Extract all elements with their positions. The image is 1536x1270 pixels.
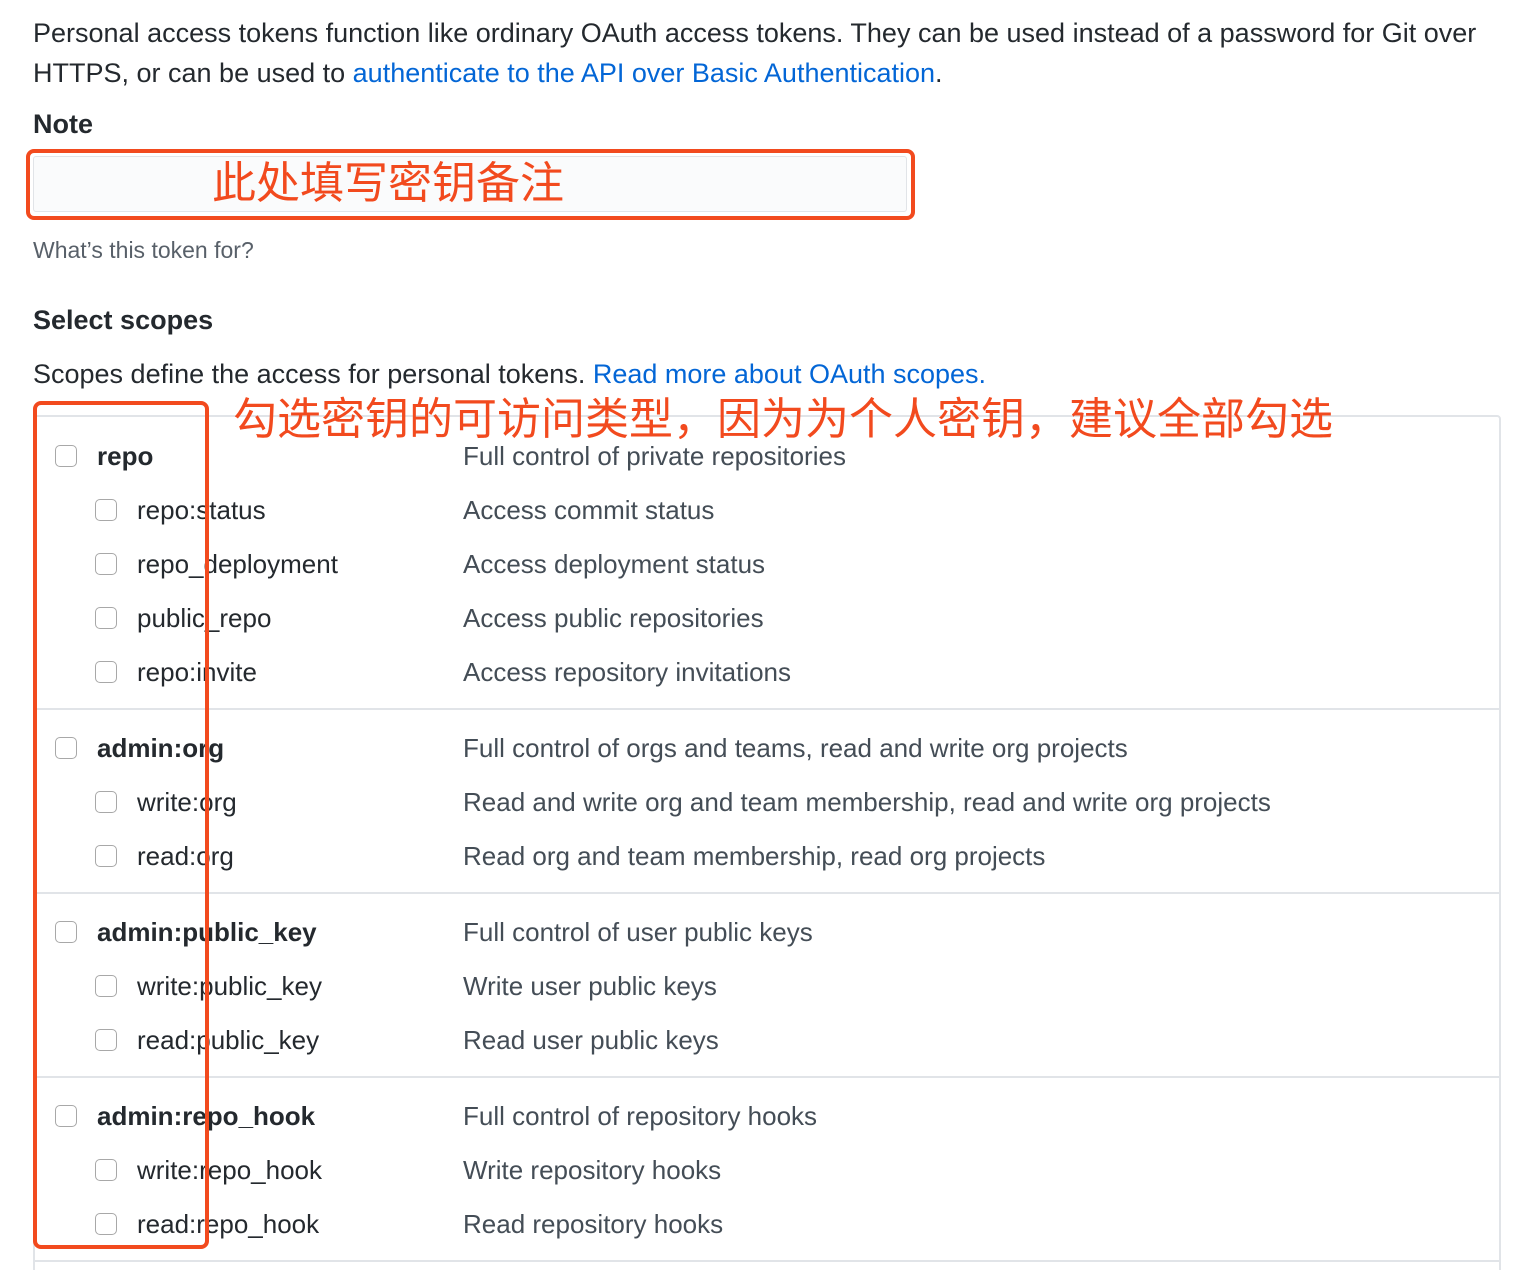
- scope-desc: Read repository hooks: [463, 1209, 724, 1239]
- scope-name: repo:status: [137, 495, 266, 525]
- scope-desc: Access deployment status: [463, 549, 766, 579]
- scope-row-read-org[interactable]: read:org Read org and team membership, r…: [35, 837, 1499, 877]
- scope-desc: Write user public keys: [463, 971, 717, 1001]
- checkbox[interactable]: [95, 499, 117, 521]
- checkbox[interactable]: [55, 921, 77, 943]
- scope-name: admin:public_key: [97, 917, 317, 947]
- scope-row-write-public-key[interactable]: write:public_key Write user public keys: [35, 967, 1499, 1007]
- checkbox[interactable]: [95, 607, 117, 629]
- scope-name: repo_deployment: [137, 549, 338, 579]
- note-hint: What’s this token for?: [33, 237, 254, 263]
- token-settings-page: Personal access tokens function like ord…: [0, 0, 1536, 1270]
- scope-desc: Full control of private repositories: [463, 441, 846, 471]
- group-divider: [35, 1260, 1499, 1262]
- checkbox[interactable]: [95, 1159, 117, 1181]
- scope-name: write:org: [137, 787, 237, 817]
- checkbox[interactable]: [55, 1105, 77, 1127]
- checkbox[interactable]: [95, 1029, 117, 1051]
- scope-desc: Access repository invitations: [463, 657, 792, 687]
- scope-row-public-repo[interactable]: public_repo Access public repositories: [35, 599, 1499, 639]
- scope-name: admin:repo_hook: [97, 1101, 316, 1131]
- scope-row-write-org[interactable]: write:org Read and write org and team me…: [35, 783, 1499, 823]
- group-divider: [35, 708, 1499, 710]
- scope-row-write-repo-hook[interactable]: write:repo_hook Write repository hooks: [35, 1151, 1499, 1191]
- checkbox[interactable]: [95, 975, 117, 997]
- scope-name: public_repo: [137, 603, 272, 633]
- scope-desc: Full control of orgs and teams, read and…: [463, 733, 1128, 763]
- group-divider: [35, 892, 1499, 894]
- scope-list: repo Full control of private repositorie…: [33, 415, 1501, 1270]
- intro-paragraph: Personal access tokens function like ord…: [33, 13, 1513, 93]
- scope-desc: Access commit status: [463, 495, 715, 525]
- scope-row-admin-org[interactable]: admin:org Full control of orgs and teams…: [35, 729, 1499, 769]
- scopes-title: Select scopes: [33, 305, 214, 335]
- oauth-scopes-link[interactable]: Read more about OAuth scopes.: [593, 359, 986, 389]
- scope-desc: Full control of user public keys: [463, 917, 813, 947]
- checkbox[interactable]: [95, 791, 117, 813]
- scope-desc: Write repository hooks: [463, 1155, 722, 1185]
- scope-row-repo-status[interactable]: repo:status Access commit status: [35, 491, 1499, 531]
- scopes-description-text: Scopes define the access for personal to…: [33, 359, 593, 389]
- scope-name: read:public_key: [137, 1025, 320, 1055]
- note-input[interactable]: [33, 156, 907, 212]
- checkbox[interactable]: [55, 737, 77, 759]
- scope-desc: Read org and team membership, read org p…: [463, 841, 1046, 871]
- scope-desc: Full control of repository hooks: [463, 1101, 818, 1131]
- scope-name: repo: [97, 441, 154, 471]
- basic-auth-link[interactable]: authenticate to the API over Basic Authe…: [353, 58, 935, 88]
- scope-name: repo:invite: [137, 657, 257, 687]
- scopes-description: Scopes define the access for personal to…: [33, 355, 986, 393]
- group-divider: [35, 1076, 1499, 1078]
- scope-row-admin-repo-hook[interactable]: admin:repo_hook Full control of reposito…: [35, 1097, 1499, 1137]
- scope-name: read:org: [137, 841, 234, 871]
- scope-desc: Read and write org and team membership, …: [463, 787, 1271, 817]
- scope-row-admin-public-key[interactable]: admin:public_key Full control of user pu…: [35, 913, 1499, 953]
- checkbox[interactable]: [95, 845, 117, 867]
- scope-name: write:public_key: [137, 971, 322, 1001]
- scope-name: admin:org: [97, 733, 225, 763]
- scope-row-read-repo-hook[interactable]: read:repo_hook Read repository hooks: [35, 1205, 1499, 1245]
- checkbox[interactable]: [95, 661, 117, 683]
- checkbox[interactable]: [55, 445, 77, 467]
- checkbox[interactable]: [95, 553, 117, 575]
- scope-row-repo-deployment[interactable]: repo_deployment Access deployment status: [35, 545, 1499, 585]
- scope-row-read-public-key[interactable]: read:public_key Read user public keys: [35, 1021, 1499, 1061]
- scope-row-repo[interactable]: repo Full control of private repositorie…: [35, 437, 1499, 477]
- scope-name: write:repo_hook: [137, 1155, 322, 1185]
- intro-suffix: .: [935, 58, 943, 88]
- scope-desc: Access public repositories: [463, 603, 764, 633]
- scope-desc: Read user public keys: [463, 1025, 719, 1055]
- scope-row-repo-invite[interactable]: repo:invite Access repository invitation…: [35, 653, 1499, 693]
- scope-name: read:repo_hook: [137, 1209, 320, 1239]
- note-label: Note: [33, 109, 93, 139]
- checkbox[interactable]: [95, 1213, 117, 1235]
